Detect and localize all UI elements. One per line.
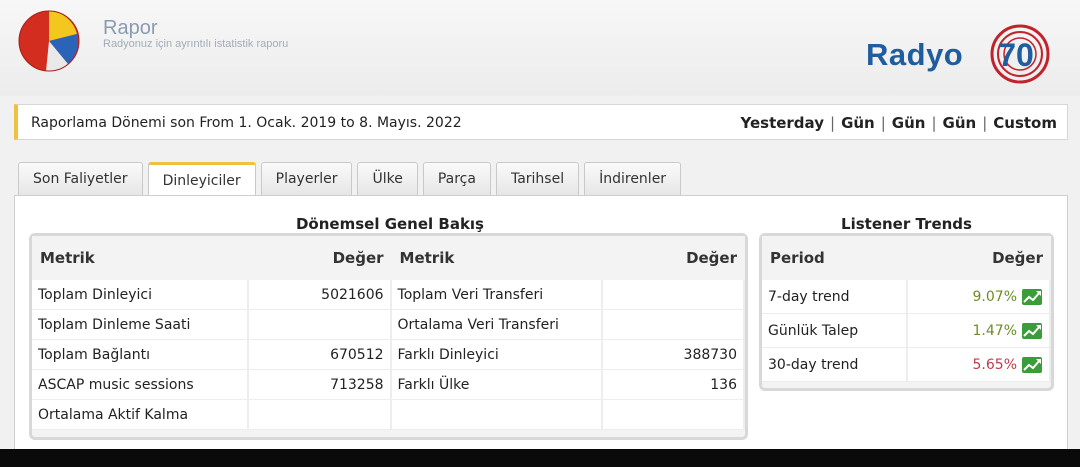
trend-period: 30-day trend xyxy=(762,348,908,382)
report-period-bar: Raporlama Dönemi son From 1. Ocak. 2019 … xyxy=(14,104,1068,140)
column-header: Period xyxy=(762,236,908,280)
trend-value: 9.07% xyxy=(972,288,1017,305)
metric-label: Farklı Ülke xyxy=(391,370,603,400)
separator: | xyxy=(830,114,836,132)
period-link-yesterday[interactable]: Yesterday xyxy=(740,114,824,132)
period-links: Yesterday | Gün | Gün | Gün | Custom xyxy=(740,114,1057,132)
period-link-gun-1[interactable]: Gün xyxy=(841,114,875,132)
metric-label: Farklı Dinleyici xyxy=(391,340,603,370)
column-header: Metrik xyxy=(32,236,250,280)
tab-bar: Son Faliyetler Dinleyiciler Playerler Ül… xyxy=(18,162,682,196)
brand-circle-icon: 70 xyxy=(990,24,1050,84)
table-row: ASCAP music sessions 713258 Farklı Ülke … xyxy=(32,370,745,400)
app-header: Rapor Radyonuz için ayrıntılı istatistik… xyxy=(0,0,1080,96)
table-row: Günlük Talep 1.47% xyxy=(762,314,1051,348)
separator: | xyxy=(880,114,886,132)
separator: | xyxy=(982,114,988,132)
trend-value: 5.65% xyxy=(972,356,1017,373)
period-link-custom[interactable]: Custom xyxy=(993,114,1057,132)
trend-period: Günlük Talep xyxy=(762,314,908,348)
metric-value: 388730 xyxy=(602,340,745,370)
separator: | xyxy=(931,114,937,132)
trends-table: Period Değer 7-day trend 9.07% Günlük Ta… xyxy=(762,236,1051,382)
column-header: Değer xyxy=(602,236,745,280)
app-subtitle: Radyonuz için ayrıntılı istatistik rapor… xyxy=(103,38,289,50)
trend-value-cell: 9.07% xyxy=(908,280,1051,314)
trend-value-cell: 1.47% xyxy=(908,314,1051,348)
metric-label: Toplam Bağlantı xyxy=(32,340,250,370)
metric-value: 5021606 xyxy=(249,280,392,310)
metric-value xyxy=(602,280,745,310)
table-row: Toplam Dinleyici 5021606 Toplam Veri Tra… xyxy=(32,280,745,310)
overview-table: Metrik Değer Metrik Değer Toplam Dinleyi… xyxy=(32,236,745,430)
metric-label xyxy=(391,400,603,430)
metric-value xyxy=(249,400,392,430)
tab-content-panel: Dönemsel Genel Bakış Metrik Değer Metrik… xyxy=(14,195,1068,467)
trend-up-icon xyxy=(1022,288,1042,305)
metric-value: 136 xyxy=(602,370,745,400)
table-row: Toplam Bağlantı 670512 Farklı Dinleyici … xyxy=(32,340,745,370)
tab-indirenler[interactable]: İndirenler xyxy=(584,162,682,195)
trend-value: 1.47% xyxy=(972,322,1017,339)
overview-title: Dönemsel Genel Bakış xyxy=(295,215,484,233)
metric-value: 713258 xyxy=(249,370,392,400)
trend-value-cell: 5.65% xyxy=(908,348,1051,382)
tab-dinleyiciler[interactable]: Dinleyiciler xyxy=(147,162,256,196)
table-row: Ortalama Aktif Kalma xyxy=(32,400,745,430)
period-link-gun-2[interactable]: Gün xyxy=(892,114,926,132)
tab-ulke[interactable]: Ülke xyxy=(357,162,418,195)
table-row: 7-day trend 9.07% xyxy=(762,280,1051,314)
trends-title: Listener Trends xyxy=(841,215,972,233)
trend-period: 7-day trend xyxy=(762,280,908,314)
bottom-black-bar xyxy=(0,449,1080,467)
metric-label: ASCAP music sessions xyxy=(32,370,250,400)
brand-logo: Radyo 70 xyxy=(862,20,1062,84)
pie-chart-logo-icon xyxy=(18,10,80,72)
report-period-text: Raporlama Dönemi son From 1. Ocak. 2019 … xyxy=(31,115,462,131)
metric-label: Toplam Veri Transferi xyxy=(391,280,603,310)
column-header: Değer xyxy=(908,236,1051,280)
metric-value xyxy=(602,400,745,430)
tab-son-faliyetler[interactable]: Son Faliyetler xyxy=(18,162,143,195)
tab-playerler[interactable]: Playerler xyxy=(260,162,353,195)
tab-parca[interactable]: Parça xyxy=(422,162,491,195)
tab-tarihsel[interactable]: Tarihsel xyxy=(495,162,580,195)
trend-up-icon xyxy=(1022,356,1042,373)
metric-label: Toplam Dinleyici xyxy=(32,280,250,310)
metric-label: Ortalama Aktif Kalma xyxy=(32,400,250,430)
metric-label: Ortalama Veri Transferi xyxy=(391,310,603,340)
trend-up-icon xyxy=(1022,322,1042,339)
column-header: Değer xyxy=(249,236,392,280)
brand-text: Radyo xyxy=(866,37,964,72)
metric-value xyxy=(249,310,392,340)
metric-value: 670512 xyxy=(249,340,392,370)
table-row: 30-day trend 5.65% xyxy=(762,348,1051,382)
period-link-gun-3[interactable]: Gün xyxy=(943,114,977,132)
metric-value xyxy=(602,310,745,340)
metric-label: Toplam Dinleme Saati xyxy=(32,310,250,340)
trends-table-box: Period Değer 7-day trend 9.07% Günlük Ta… xyxy=(759,233,1054,391)
brand-number: 70 xyxy=(998,37,1034,73)
overview-table-box: Metrik Değer Metrik Değer Toplam Dinleyi… xyxy=(29,233,748,440)
table-row: Toplam Dinleme Saati Ortalama Veri Trans… xyxy=(32,310,745,340)
app-title: Rapor xyxy=(103,17,158,39)
column-header: Metrik xyxy=(391,236,603,280)
